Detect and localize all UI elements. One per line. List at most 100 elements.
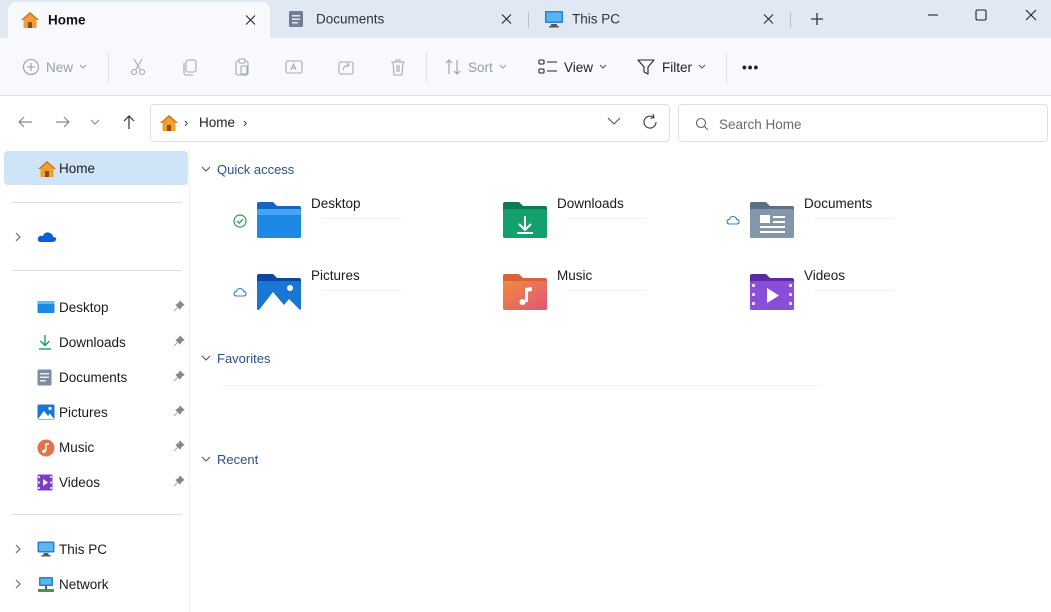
- tab-documents[interactable]: Documents: [276, 0, 526, 38]
- sidebar-item-network[interactable]: Network: [0, 569, 190, 599]
- cloud-icon: [726, 214, 740, 226]
- pin-icon[interactable]: [173, 370, 185, 382]
- share-button[interactable]: [336, 54, 356, 80]
- videos-icon: [37, 474, 53, 491]
- chevron-right-icon[interactable]: [15, 544, 22, 554]
- close-window-button[interactable]: [1008, 0, 1051, 30]
- sidebar-item-label: Videos: [59, 475, 101, 490]
- tab-this-pc[interactable]: This PC: [532, 0, 788, 38]
- sidebar-item-home[interactable]: Home: [4, 151, 188, 185]
- divider: [12, 514, 182, 515]
- refresh-button[interactable]: [641, 113, 659, 131]
- music-icon: [37, 439, 55, 457]
- sidebar-item-documents[interactable]: Documents: [0, 362, 190, 392]
- new-button[interactable]: New: [22, 54, 87, 80]
- view-label: View: [564, 59, 594, 75]
- delete-button[interactable]: [388, 54, 408, 80]
- content-pane: Quick access Desktop Downloads Documents…: [191, 149, 1051, 612]
- divider: [12, 202, 182, 203]
- copy-button[interactable]: [180, 54, 200, 80]
- sidebar-item-label: Desktop: [59, 300, 109, 315]
- sidebar-item-downloads[interactable]: Downloads: [0, 327, 190, 357]
- section-title: Recent: [217, 451, 259, 467]
- section-quick-access[interactable]: Quick access: [201, 159, 294, 179]
- pictures-icon: [37, 404, 55, 420]
- forward-button[interactable]: [52, 111, 74, 133]
- network-icon: [37, 576, 55, 593]
- sort-label: Sort: [468, 59, 493, 75]
- recent-locations-button[interactable]: [84, 111, 106, 133]
- quick-access-music[interactable]: Music: [437, 268, 677, 324]
- close-icon[interactable]: [763, 14, 774, 25]
- minimize-button[interactable]: [910, 0, 956, 30]
- section-recent[interactable]: Recent: [201, 449, 258, 469]
- chevron-down-icon: [499, 64, 507, 69]
- address-bar[interactable]: › Home ›: [150, 104, 670, 142]
- breadcrumb-home[interactable]: Home: [199, 115, 235, 130]
- sidebar-item-label: Pictures: [59, 405, 108, 420]
- sidebar-item-this-pc[interactable]: This PC: [0, 534, 190, 564]
- chevron-down-icon: [698, 64, 706, 69]
- maximize-button[interactable]: [958, 0, 1004, 30]
- section-favorites[interactable]: Favorites: [201, 348, 270, 368]
- quick-access-desktop[interactable]: Desktop: [191, 196, 431, 252]
- sidebar-item-onedrive[interactable]: [0, 222, 190, 252]
- pin-icon[interactable]: [173, 335, 185, 347]
- sidebar-item-videos[interactable]: Videos: [0, 467, 190, 497]
- close-icon[interactable]: [245, 15, 256, 26]
- chevron-right-icon[interactable]: [15, 579, 22, 589]
- cloud-icon: [233, 286, 247, 298]
- download-icon: [37, 334, 53, 350]
- more-options-button[interactable]: •••: [742, 54, 759, 80]
- up-button[interactable]: [118, 111, 140, 133]
- quick-access-videos[interactable]: Videos: [684, 268, 924, 324]
- new-tab-button[interactable]: [806, 8, 828, 30]
- sidebar-item-music[interactable]: Music: [0, 432, 190, 462]
- tab-home[interactable]: Home: [8, 2, 270, 38]
- pin-icon[interactable]: [173, 440, 185, 452]
- view-button[interactable]: View: [538, 54, 607, 80]
- sidebar-item-pictures[interactable]: Pictures: [0, 397, 190, 427]
- sidebar-item-desktop[interactable]: Desktop: [0, 292, 190, 322]
- filter-button[interactable]: Filter: [636, 54, 706, 80]
- home-icon: [20, 11, 40, 29]
- sort-button[interactable]: Sort: [444, 54, 507, 80]
- pin-icon[interactable]: [173, 300, 185, 312]
- close-icon[interactable]: [501, 14, 512, 25]
- breadcrumb-separator[interactable]: ›: [243, 115, 247, 130]
- documents-icon: [37, 369, 52, 386]
- back-button[interactable]: [14, 111, 36, 133]
- quick-access-downloads[interactable]: Downloads: [437, 196, 677, 252]
- pin-icon[interactable]: [173, 475, 185, 487]
- cut-button[interactable]: [128, 54, 148, 80]
- home-icon: [159, 114, 179, 132]
- folder-name: Downloads: [557, 196, 624, 211]
- section-title: Favorites: [217, 350, 271, 366]
- search-box[interactable]: [678, 104, 1048, 142]
- arrow-up-icon: [123, 115, 135, 129]
- breadcrumb-separator[interactable]: ›: [184, 115, 188, 130]
- folder-name: Desktop: [311, 196, 361, 211]
- copy-icon: [183, 59, 197, 76]
- quick-access-pictures[interactable]: Pictures: [191, 268, 431, 324]
- chevron-down-icon: [201, 355, 211, 361]
- filter-label: Filter: [662, 59, 692, 75]
- pin-icon[interactable]: [173, 405, 185, 417]
- paste-button[interactable]: [232, 54, 252, 80]
- chevron-down-icon: [599, 64, 607, 69]
- title-bar: Home Documents This PC: [0, 0, 1051, 38]
- filter-icon: [637, 59, 655, 75]
- folder-subtext: [321, 218, 401, 219]
- quick-access-documents[interactable]: Documents: [684, 196, 924, 252]
- search-input[interactable]: [719, 113, 1029, 135]
- chevron-down-icon: [201, 456, 211, 462]
- desktop-folder-icon: [37, 299, 55, 315]
- arrow-right-icon: [56, 116, 70, 128]
- sidebar-item-label: Documents: [59, 370, 128, 385]
- chevron-right-icon[interactable]: [15, 232, 22, 242]
- sidebar-item-label: Music: [59, 440, 95, 455]
- synced-check-icon: [233, 214, 247, 228]
- rename-button[interactable]: [284, 54, 304, 80]
- address-history-button[interactable]: [607, 116, 621, 126]
- folder-name: Music: [557, 268, 593, 283]
